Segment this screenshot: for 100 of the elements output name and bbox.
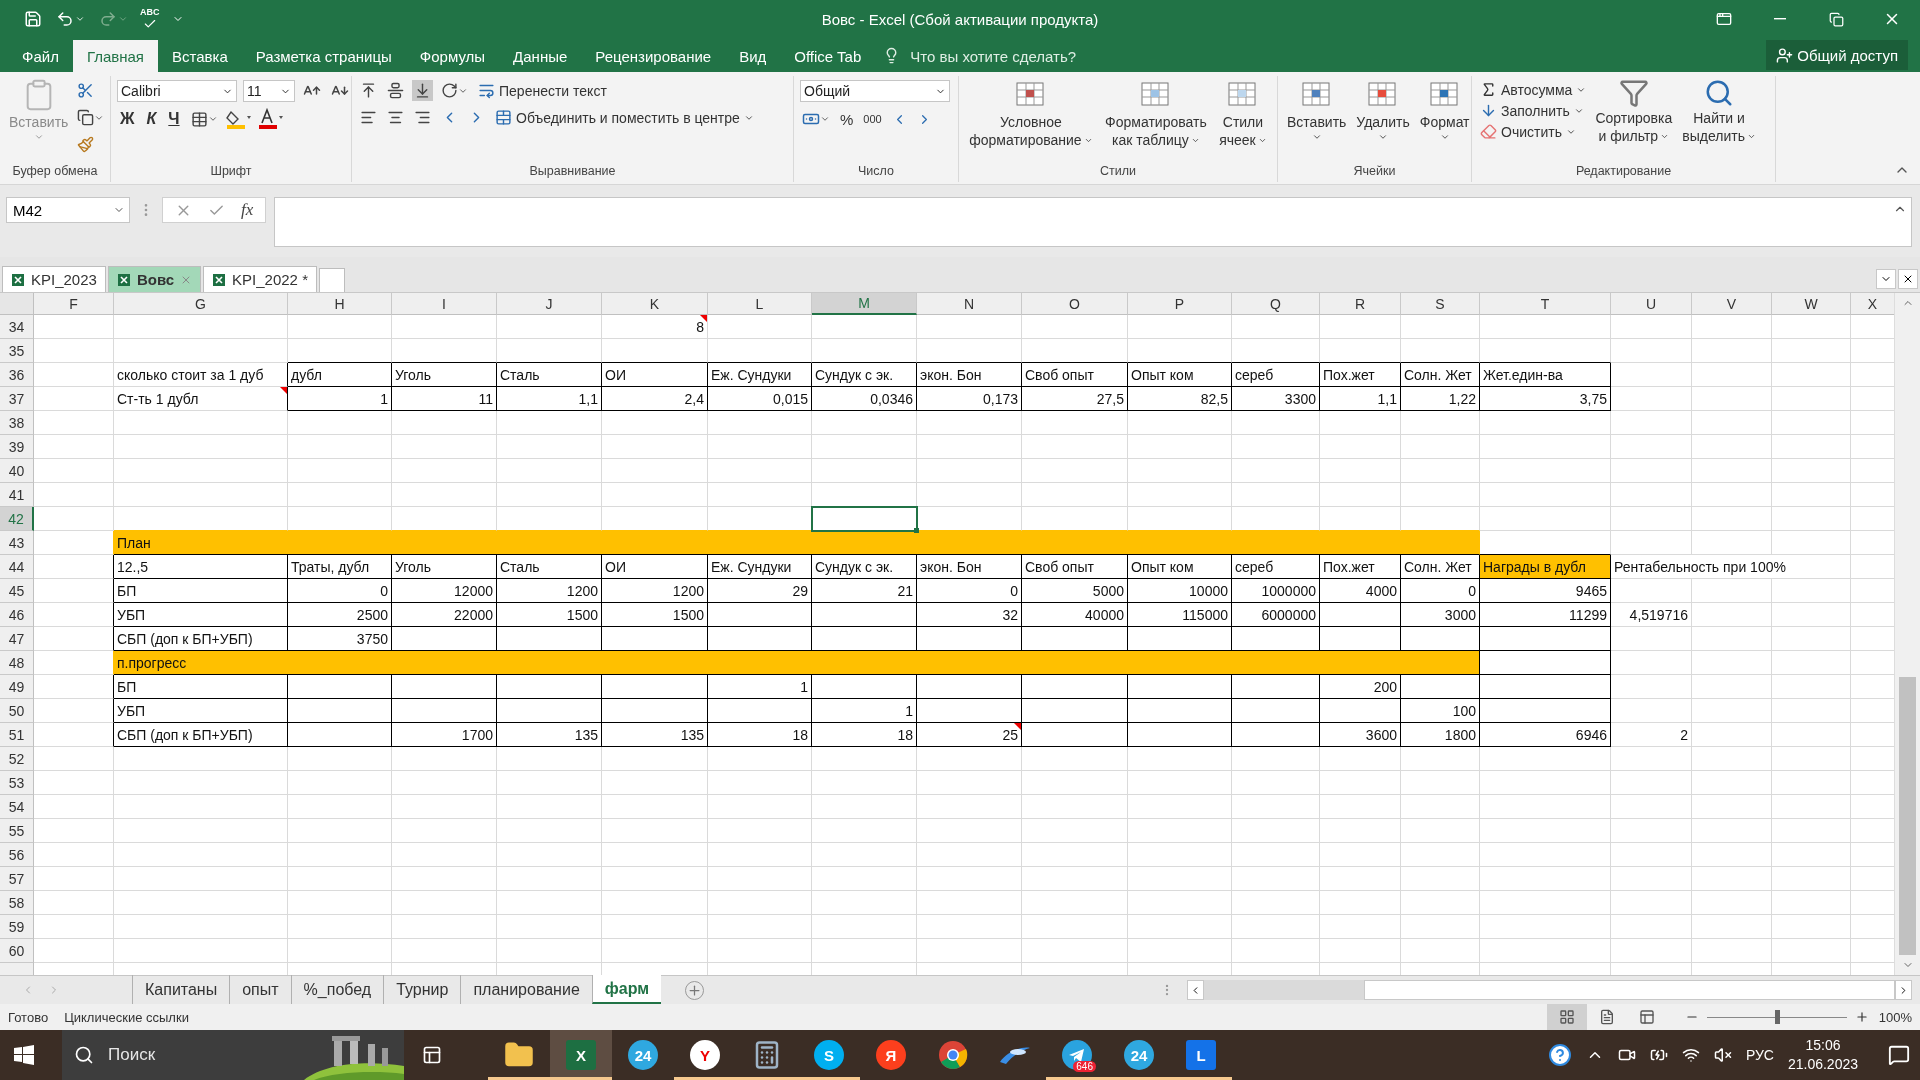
window-title: Вовс - Excel (Сбой активации продукта) [821, 10, 1099, 28]
menu-tab[interactable]: Данные [499, 40, 582, 72]
workbook-tab[interactable]: KPI_2022 * [203, 266, 317, 292]
row-header[interactable]: 48 [0, 651, 34, 675]
bold-button[interactable]: Ж [117, 110, 138, 128]
sheet-cell: Сундук с эк. [812, 363, 917, 387]
sheet-cell: 21 [812, 579, 917, 603]
ribbon-button[interactable]: Формат [1416, 76, 1473, 164]
row-header[interactable]: 47 [0, 627, 34, 651]
column-header[interactable]: Q [1232, 293, 1320, 315]
menu-tab[interactable]: Формулы [405, 40, 500, 72]
clock-time[interactable]: 15:06 [1805, 1036, 1841, 1055]
row-header[interactable]: 59 [0, 915, 34, 939]
row-header[interactable]: 46 [0, 603, 34, 627]
search-bar[interactable]: Поиск [62, 1030, 404, 1080]
row-header[interactable]: 38 [0, 411, 34, 435]
row-header[interactable]: 41 [0, 483, 34, 507]
row-header[interactable]: 39 [0, 435, 34, 459]
row-header[interactable]: 49 [0, 675, 34, 699]
row-header[interactable]: 55 [0, 819, 34, 843]
column-header[interactable]: L [708, 293, 812, 315]
ribbon-button[interactable]: Заполнить [1478, 101, 1589, 120]
column-header[interactable]: V [1692, 293, 1772, 315]
underline-button[interactable]: Ч [165, 110, 183, 128]
row-header[interactable]: 51 [0, 723, 34, 747]
column-header[interactable]: O [1022, 293, 1128, 315]
row-header[interactable]: 50 [0, 699, 34, 723]
ribbon-button[interactable]: Найти и выделить [1679, 76, 1759, 164]
menu-tab[interactable]: Вид [725, 40, 781, 72]
row-header[interactable]: 44 [0, 555, 34, 579]
ribbon-button[interactable]: Стили ячеек [1216, 76, 1270, 164]
taskbar-app[interactable]: L [1170, 1030, 1232, 1080]
row-header[interactable]: 42 [0, 507, 34, 531]
column-header[interactable]: N [917, 293, 1022, 315]
row-header[interactable]: 53 [0, 771, 34, 795]
row-header[interactable]: 45 [0, 579, 34, 603]
insert-function-button[interactable]: fx [241, 200, 254, 220]
row-header[interactable]: 35 [0, 339, 34, 363]
row-header[interactable]: 43 [0, 531, 34, 555]
ribbon-button[interactable]: Автосумма [1478, 80, 1589, 99]
thousands-button[interactable]: 000 [861, 113, 884, 125]
column-header[interactable]: P [1128, 293, 1232, 315]
taskbar-app[interactable]: X [550, 1030, 612, 1080]
menu-tab[interactable]: Файл [8, 40, 73, 72]
column-header[interactable]: G [114, 293, 288, 315]
sheet-cell: 18 [708, 723, 812, 747]
workbook-tab[interactable]: Вовс [107, 266, 202, 292]
taskbar-app[interactable]: 646 [1046, 1030, 1108, 1080]
row-header[interactable]: 37 [0, 387, 34, 411]
column-header[interactable]: F [34, 293, 114, 315]
ribbon-button[interactable]: Вставить [1284, 76, 1350, 164]
column-header[interactable]: H [288, 293, 392, 315]
column-header[interactable]: M [812, 293, 917, 315]
row-header[interactable]: 52 [0, 747, 34, 771]
column-header[interactable]: I [392, 293, 497, 315]
menu-tab[interactable]: Office Tab [780, 40, 876, 72]
column-header[interactable]: W [1772, 293, 1851, 315]
column-header[interactable]: R [1320, 293, 1401, 315]
menu-tab[interactable]: Главная [72, 40, 158, 72]
row-header[interactable]: 60 [0, 939, 34, 963]
workbook-tab[interactable]: KPI_2023 [2, 266, 106, 292]
column-header[interactable]: T [1480, 293, 1611, 315]
row-header[interactable]: 34 [0, 315, 34, 339]
column-header[interactable]: U [1611, 293, 1692, 315]
ribbon-button[interactable]: Условное форматирование [966, 76, 1096, 164]
row-header[interactable]: 58 [0, 891, 34, 915]
wrap-text-button[interactable]: Перенести текст [476, 81, 609, 100]
menu-tab[interactable]: Рецензирование [581, 40, 726, 72]
row-header[interactable]: 36 [0, 363, 34, 387]
row-header[interactable]: 54 [0, 795, 34, 819]
sheet-cell: 0,015 [708, 387, 812, 411]
font-name-field[interactable]: Calibri [117, 80, 237, 102]
name-box[interactable]: M42 [6, 197, 130, 223]
row-header[interactable]: 56 [0, 843, 34, 867]
taskbar-app[interactable]: Я [860, 1030, 922, 1080]
menu-tab[interactable]: Вставка [158, 40, 242, 72]
merge-center-button[interactable]: Объединить и поместить в центре [493, 108, 756, 127]
row-header[interactable]: 40 [0, 459, 34, 483]
ribbon-button[interactable]: Форматировать как таблицу [1102, 76, 1210, 164]
row-header[interactable]: 57 [0, 867, 34, 891]
language-indicator[interactable]: РУС [1745, 1047, 1774, 1063]
column-header[interactable]: X [1851, 293, 1894, 315]
ribbon-button[interactable]: Удалить [1353, 76, 1413, 164]
font-size-field[interactable]: 11 [243, 80, 295, 102]
column-header[interactable]: S [1401, 293, 1480, 315]
ribbon-button[interactable]: Сортировка и фильтр [1592, 76, 1676, 164]
spelling-button[interactable]: ABC [140, 7, 160, 31]
tell-me-field[interactable]: Что вы хотите сделать? [900, 40, 1077, 72]
italic-button[interactable]: К [143, 110, 160, 128]
share-button[interactable]: Общий доступ [1766, 40, 1908, 70]
taskbar-app[interactable]: Y [674, 1030, 736, 1080]
clock-date[interactable]: 21.06.2023 [1787, 1055, 1858, 1074]
column-header[interactable]: J [497, 293, 602, 315]
sheet-tab[interactable]: фарм [591, 975, 662, 1004]
search-field[interactable]: Поиск [106, 1044, 260, 1066]
column-header[interactable]: K [602, 293, 708, 315]
percent-button[interactable]: % [838, 110, 856, 128]
menu-tab[interactable]: Разметка страницы [241, 40, 406, 72]
ribbon-button[interactable]: Очистить [1478, 122, 1589, 141]
number-format-field[interactable]: Общий [800, 80, 950, 102]
